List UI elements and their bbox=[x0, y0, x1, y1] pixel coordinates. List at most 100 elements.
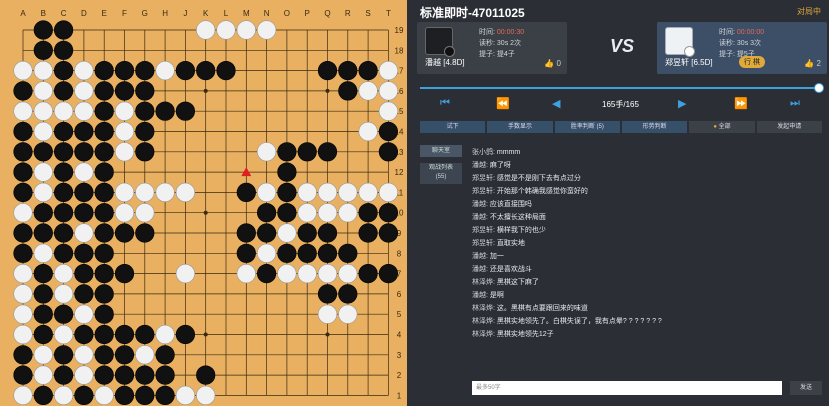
chat-sender: 郑昱轩: bbox=[472, 188, 495, 195]
chat-input[interactable]: 最多50字 bbox=[472, 381, 782, 395]
black-stone bbox=[94, 162, 114, 182]
black-like[interactable]: 👍 0 bbox=[544, 59, 561, 68]
black-stone bbox=[175, 324, 195, 345]
white-stone bbox=[74, 223, 94, 243]
chat-message: 林泽烨: 黑棋这下麻了 bbox=[472, 276, 822, 289]
chat-sender: 郑昱轩: bbox=[472, 175, 495, 182]
move-slider-handle[interactable] bbox=[814, 83, 824, 93]
black-stone bbox=[257, 203, 277, 223]
black-stone bbox=[378, 203, 399, 223]
chat-sender: 潘越: bbox=[472, 266, 488, 273]
black-stone bbox=[13, 365, 33, 385]
black-stone bbox=[53, 142, 74, 162]
white-stone bbox=[33, 81, 53, 101]
white-stone bbox=[338, 182, 358, 202]
black-stone bbox=[135, 385, 155, 406]
chat-text: 还是喜欢战斗 bbox=[487, 266, 532, 273]
white-stone bbox=[358, 81, 378, 101]
black-stone bbox=[94, 203, 114, 223]
black-stone bbox=[277, 203, 297, 223]
thumb-up-icon: 👍 bbox=[544, 59, 555, 68]
black-stone bbox=[74, 324, 94, 345]
white-stone bbox=[338, 203, 358, 223]
move-number-button[interactable]: 手数显示 bbox=[487, 121, 553, 133]
black-stone bbox=[114, 264, 135, 284]
win-rate-button[interactable]: 胜率判断 (5) bbox=[554, 121, 620, 133]
prev-ten-button[interactable]: ⏪ bbox=[496, 97, 510, 110]
chat-message: 张小鸽: mmmm bbox=[472, 146, 822, 159]
chat-text: 不太擅长这种局面 bbox=[487, 214, 546, 221]
white-stone bbox=[196, 385, 216, 406]
black-stone bbox=[338, 243, 358, 263]
vs-label: VS bbox=[610, 36, 635, 56]
next-ten-button[interactable]: ⏩ bbox=[734, 97, 748, 110]
column-label: G bbox=[142, 9, 148, 18]
column-label: E bbox=[102, 9, 107, 18]
byoyomi-label: 读秒: bbox=[479, 40, 495, 47]
black-stone bbox=[53, 365, 74, 385]
star-point bbox=[325, 332, 330, 337]
viewers-tab[interactable]: 观战列表 (55) bbox=[420, 163, 462, 184]
request-button[interactable]: 发起申请 bbox=[756, 121, 822, 133]
black-stone bbox=[338, 81, 358, 101]
chat-message: 林泽烨: 黑棋实地领先了。白棋失误了，我有点晕? ? ? ? ? ? ? bbox=[472, 315, 822, 328]
black-stone bbox=[94, 324, 114, 345]
game-status[interactable]: 对局中 bbox=[797, 6, 821, 17]
try-button[interactable]: 试下 bbox=[420, 121, 486, 133]
white-stone bbox=[378, 81, 399, 101]
column-label: F bbox=[122, 9, 127, 18]
chat-message: 郑昱轩: 直取实地 bbox=[472, 237, 822, 250]
black-player-info: 时间: 00:00:30 读秒: 30s 2次 提子: 提4子 bbox=[479, 27, 524, 60]
first-move-button[interactable]: ⏮ bbox=[440, 97, 450, 110]
position-judge-button[interactable]: 形势判断 bbox=[621, 121, 688, 133]
chat-sender: 张小鸽: bbox=[472, 149, 495, 156]
black-stone bbox=[114, 324, 135, 345]
prev-move-button[interactable]: ◀ bbox=[552, 97, 560, 110]
thumb-up-icon: 👍 bbox=[804, 59, 815, 68]
chat-tab[interactable]: 聊天室 bbox=[420, 145, 462, 157]
last-move-button[interactable]: ⏭ bbox=[790, 97, 800, 110]
white-stone bbox=[94, 385, 114, 406]
black-stone bbox=[358, 203, 378, 223]
white-stone bbox=[74, 345, 94, 365]
black-stone bbox=[33, 20, 53, 40]
white-stone bbox=[277, 223, 297, 243]
chat-sender: 林泽烨: bbox=[472, 331, 495, 338]
black-stone bbox=[53, 223, 74, 243]
chat-message: 郑昱轩: 开始那个韩确我感觉你蛮好的 bbox=[472, 185, 822, 198]
black-stone bbox=[74, 243, 94, 263]
board-grid[interactable]: A B C D E F G H J K L M N O P Q R S T191817161514131211109… bbox=[0, 0, 407, 406]
chat-sender: 郑昱轩: bbox=[472, 227, 495, 234]
black-stone bbox=[114, 81, 135, 101]
all-button[interactable]: ● 全部 bbox=[689, 121, 755, 133]
black-stone bbox=[74, 385, 94, 406]
chat-sender: 林泽烨: bbox=[472, 305, 495, 312]
white-stone bbox=[338, 264, 358, 284]
next-move-button[interactable]: ▶ bbox=[678, 97, 686, 110]
white-stone bbox=[74, 365, 94, 385]
black-stone bbox=[257, 264, 277, 284]
chat-text: 开始那个韩确我感觉你蛮好的 bbox=[494, 188, 588, 195]
black-stone bbox=[94, 243, 114, 263]
send-button[interactable]: 发送 bbox=[790, 381, 822, 395]
black-stone bbox=[53, 304, 74, 324]
black-byoyomi-value: 30s 2次 bbox=[496, 40, 522, 47]
black-stone bbox=[94, 345, 114, 365]
black-stone bbox=[378, 121, 399, 142]
column-label: L bbox=[224, 9, 229, 18]
move-slider-track[interactable] bbox=[420, 87, 822, 89]
time-label: 时间: bbox=[479, 29, 495, 36]
white-stone bbox=[378, 182, 399, 202]
chat-text: 麻了呀 bbox=[487, 162, 511, 169]
go-board[interactable]: A B C D E F G H J K L M N O P Q R S T 19 18 17 16 15 14 13 12 11 10 9… bbox=[0, 0, 407, 406]
black-stone bbox=[33, 264, 53, 284]
black-stone bbox=[53, 121, 74, 142]
black-stone bbox=[236, 182, 256, 202]
black-stone bbox=[277, 142, 297, 162]
white-like[interactable]: 👍 2 bbox=[804, 59, 821, 68]
white-stone bbox=[378, 101, 399, 121]
black-stone bbox=[216, 60, 236, 81]
black-stone bbox=[114, 365, 135, 385]
chat-sender: 林泽烨: bbox=[472, 279, 495, 286]
black-stone bbox=[74, 264, 94, 284]
